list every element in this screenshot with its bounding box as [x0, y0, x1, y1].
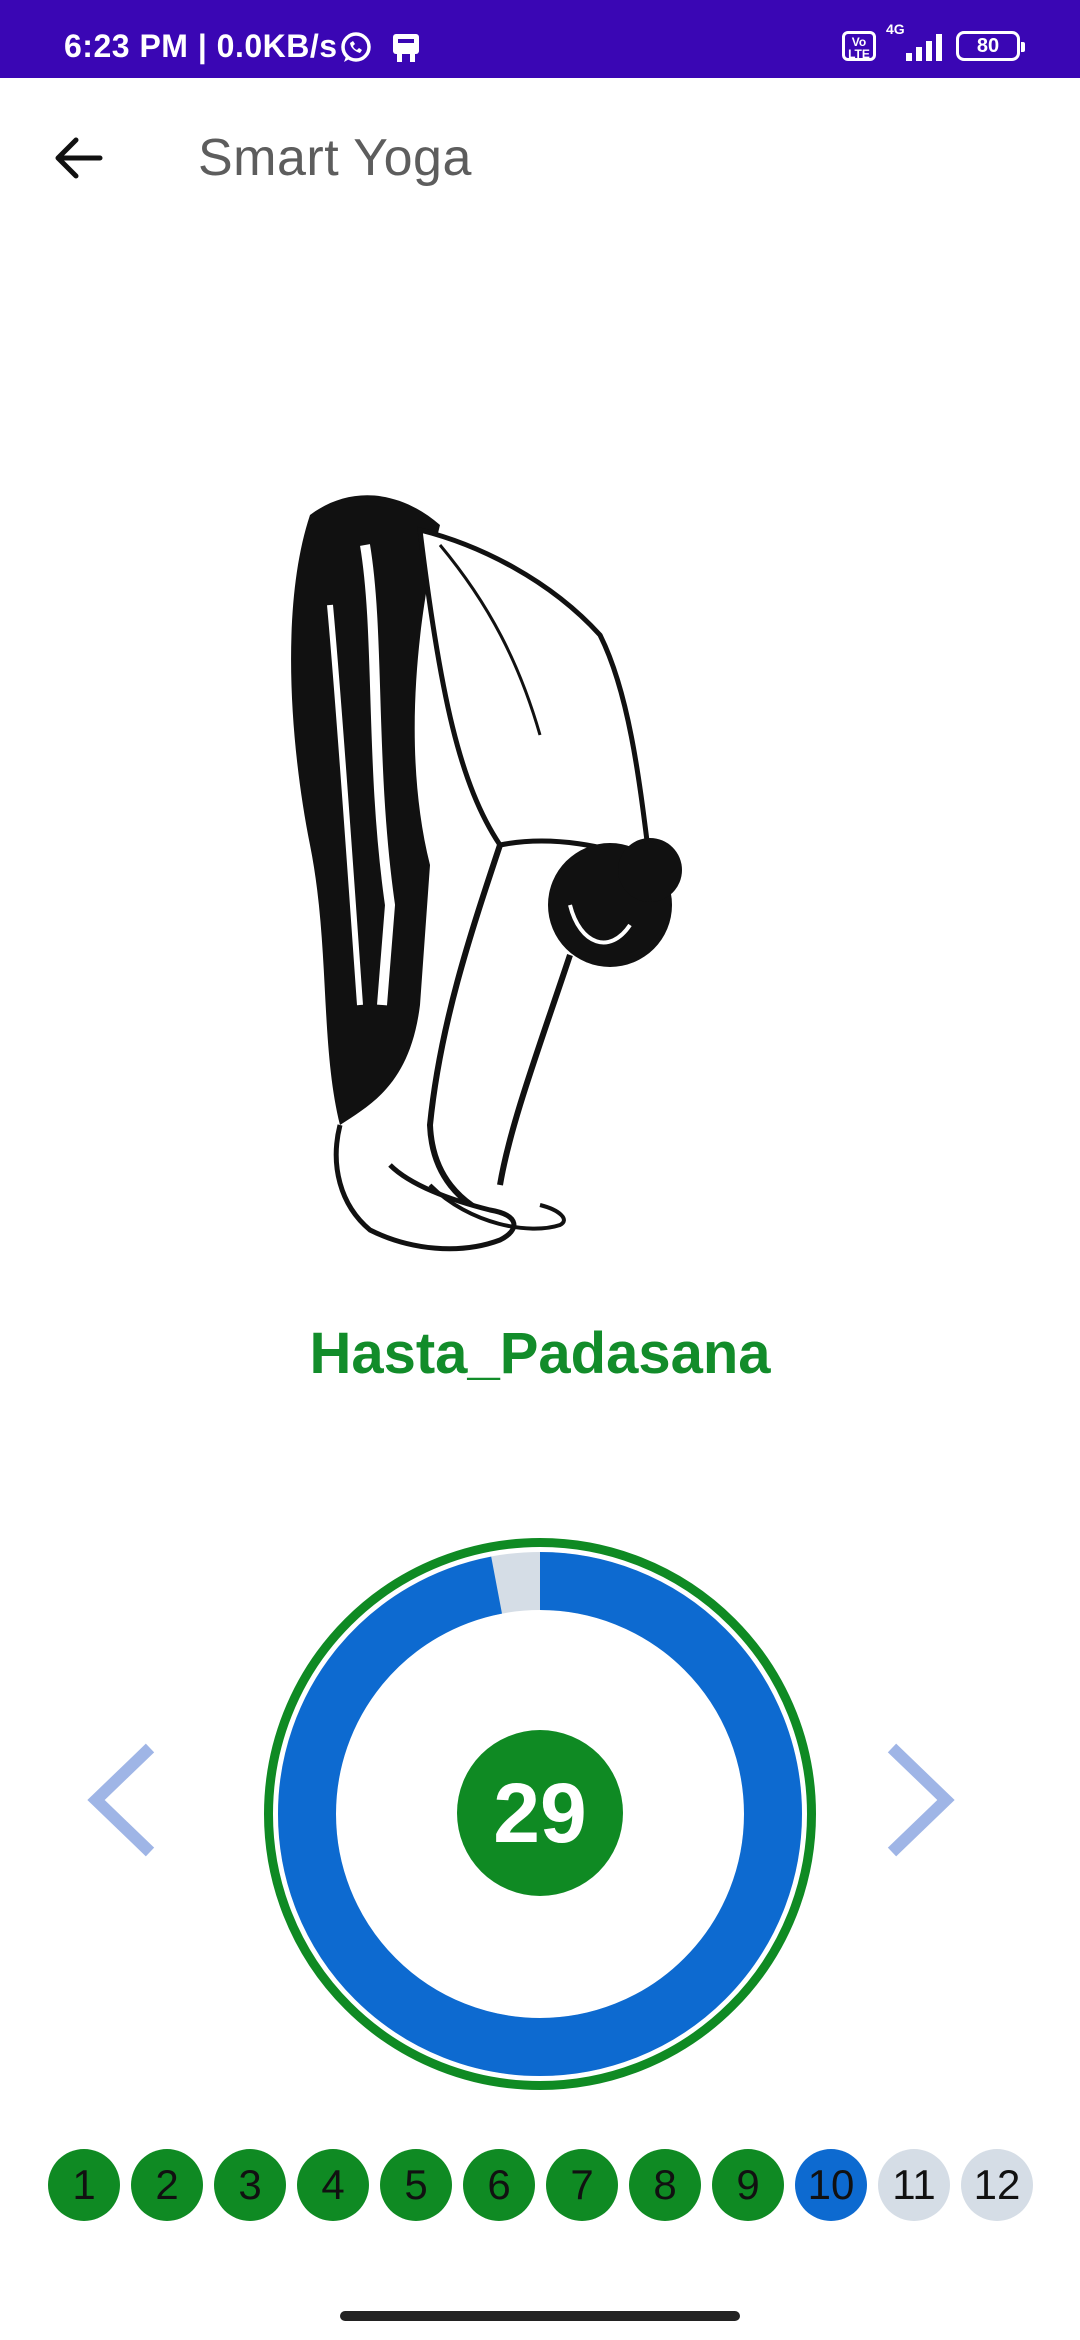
pose-name: Hasta_Padasana: [309, 1321, 771, 1386]
signal-icon: 4G: [886, 21, 942, 61]
notification-icon: [388, 30, 424, 71]
step-indicator-5[interactable]: 5: [380, 2149, 452, 2221]
step-indicator-8[interactable]: 8: [629, 2149, 701, 2221]
whatsapp-icon: [338, 30, 374, 71]
volte-icon: Vo LTE: [842, 31, 876, 61]
timer-count: 29: [457, 1730, 623, 1896]
battery-icon: 80: [956, 31, 1025, 61]
step-indicator-9[interactable]: 9: [712, 2149, 784, 2221]
status-bar: 6:23 PM | 0.0KB/s Vo LTE 4G 80: [0, 0, 1080, 78]
step-indicator-6[interactable]: 6: [463, 2149, 535, 2221]
network-type-label: 4G: [886, 21, 905, 37]
step-indicator-4[interactable]: 4: [297, 2149, 369, 2221]
status-time: 6:23 PM | 0.0KB/s: [64, 28, 338, 64]
step-indicator-3[interactable]: 3: [214, 2149, 286, 2221]
chevron-right-icon: [887, 1743, 955, 1857]
home-indicator: [340, 2311, 740, 2321]
pose-illustration: [270, 485, 740, 1260]
next-pose-button[interactable]: [880, 1740, 960, 1860]
step-indicator-1[interactable]: 1: [48, 2149, 120, 2221]
status-icons: Vo LTE 4G 80: [842, 21, 1025, 66]
step-indicator-2[interactable]: 2: [131, 2149, 203, 2221]
previous-pose-button[interactable]: [82, 1740, 162, 1860]
step-indicator-10[interactable]: 10: [795, 2149, 867, 2221]
step-indicator-7[interactable]: 7: [546, 2149, 618, 2221]
app-bar: Smart Yoga: [0, 78, 1080, 238]
step-indicator-11[interactable]: 11: [878, 2149, 950, 2221]
step-indicator-12[interactable]: 12: [961, 2149, 1033, 2221]
back-button[interactable]: [40, 120, 116, 196]
battery-level: 80: [976, 35, 1000, 57]
chevron-left-icon: [87, 1743, 155, 1857]
page-title: Smart Yoga: [198, 129, 472, 187]
arrow-back-icon: [55, 137, 103, 179]
step-indicators: 1 2 3 4 5 6 7 8 9 10 11 12: [48, 2149, 1033, 2221]
